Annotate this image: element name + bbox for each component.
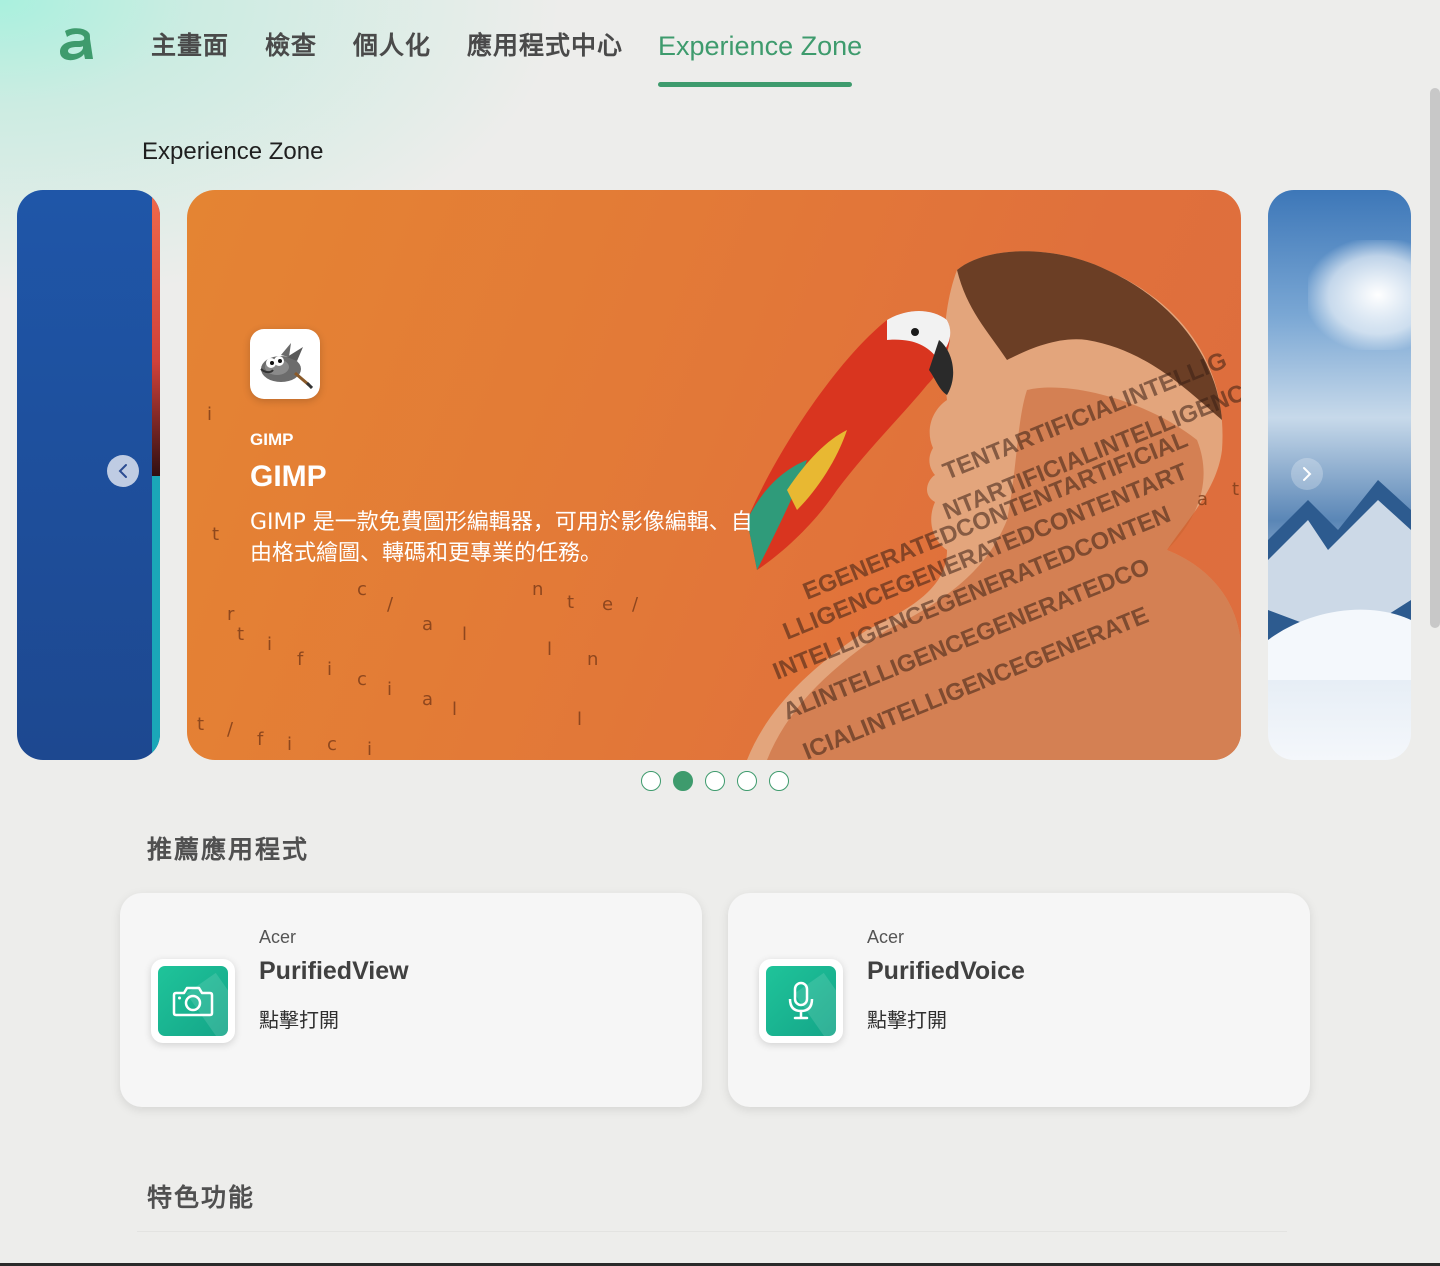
chevron-left-icon — [118, 464, 127, 478]
svg-text:/: / — [632, 594, 639, 615]
app-icon — [759, 959, 843, 1043]
app-open-link[interactable]: 點擊打開 — [867, 1004, 947, 1033]
svg-text:i: i — [267, 634, 272, 655]
svg-text:t: t — [1232, 479, 1239, 500]
carousel-prev-button[interactable] — [107, 455, 139, 487]
tab-home[interactable]: 主畫面 — [151, 28, 229, 64]
app-open-link[interactable]: 點擊打開 — [259, 1004, 339, 1033]
slide-description: GIMP 是一款免費圖形編輯器，可用於影像編輯、自由格式繪圖、轉碼和更專業的任務… — [250, 510, 753, 566]
app-name: PurifiedView — [259, 957, 409, 985]
acer-logo-icon[interactable] — [54, 20, 100, 66]
svg-text:a: a — [1197, 489, 1208, 510]
camera-icon — [172, 986, 214, 1017]
svg-text:f: f — [297, 649, 304, 670]
slide-decoration — [1308, 240, 1411, 350]
mountain-image — [1268, 480, 1411, 680]
svg-text:t: t — [197, 714, 204, 735]
carousel-dot-active[interactable] — [673, 771, 693, 791]
carousel-current-slide[interactable]: EGENERATEDCONTENTARTIFICIAL LLIGENCEGENE… — [187, 190, 1241, 760]
svg-text:c: c — [327, 734, 337, 755]
svg-text:t: t — [237, 624, 244, 645]
carousel-dot[interactable] — [641, 771, 661, 791]
svg-text:i: i — [387, 679, 392, 700]
app-vendor: Acer — [867, 927, 905, 947]
svg-text:e: e — [602, 594, 613, 615]
microphone-icon — [788, 981, 814, 1020]
svg-text:i: i — [207, 404, 212, 425]
svg-text:i: i — [327, 659, 332, 680]
slide-title: GIMP — [250, 460, 327, 493]
slide-app-tag: GIMP — [250, 430, 294, 449]
svg-text:n: n — [532, 579, 543, 600]
tab-app-center[interactable]: 應用程式中心 — [467, 28, 623, 64]
top-navigation: 主畫面 檢查 個人化 應用程式中心 Experience Zone — [0, 0, 1440, 95]
svg-text:t: t — [567, 592, 574, 613]
svg-text:/: / — [387, 594, 394, 615]
scrollbar-thumb[interactable] — [1430, 88, 1440, 628]
svg-text:a: a — [422, 614, 433, 635]
chevron-right-icon — [1303, 467, 1312, 481]
svg-text:l: l — [547, 639, 552, 660]
gimp-wilber-icon — [250, 329, 320, 399]
svg-text:t: t — [212, 524, 219, 545]
svg-text:l: l — [462, 624, 467, 645]
svg-text:f: f — [257, 729, 264, 750]
tab-personalize[interactable]: 個人化 — [353, 28, 431, 64]
app-vendor: Acer — [259, 927, 297, 947]
svg-text:a: a — [422, 689, 433, 710]
app-icon — [151, 959, 235, 1043]
svg-text:l: l — [577, 709, 582, 730]
carousel-dot[interactable] — [769, 771, 789, 791]
carousel-next-button[interactable] — [1291, 458, 1323, 490]
svg-text:i: i — [367, 739, 372, 760]
tab-check[interactable]: 檢查 — [265, 28, 317, 64]
svg-text:l: l — [452, 699, 457, 720]
carousel-prev-slide[interactable] — [17, 190, 160, 760]
active-tab-indicator — [658, 82, 852, 87]
features-heading: 特色功能 — [147, 1183, 256, 1212]
app-name: PurifiedVoice — [867, 957, 1025, 985]
svg-text:c: c — [357, 579, 367, 600]
slide-decoration — [152, 476, 160, 760]
carousel-next-slide[interactable] — [1268, 190, 1411, 760]
app-card-purifiedvoice[interactable]: Acer PurifiedVoice 點擊打開 — [728, 893, 1310, 1107]
svg-text:r: r — [227, 604, 235, 625]
svg-text:n: n — [587, 649, 598, 670]
carousel-pagination — [641, 771, 789, 793]
tab-experience-zone[interactable]: Experience Zone — [658, 28, 862, 64]
svg-text:c: c — [357, 669, 367, 690]
recommended-apps-heading: 推薦應用程式 — [147, 835, 310, 864]
svg-text:i: i — [287, 734, 292, 755]
app-card-purifiedview[interactable]: Acer PurifiedView 點擊打開 — [120, 893, 702, 1107]
carousel-dot[interactable] — [705, 771, 725, 791]
svg-text:/: / — [227, 719, 234, 740]
slide-artwork: EGENERATEDCONTENTARTIFICIAL LLIGENCEGENE… — [197, 251, 1241, 760]
page-title: Experience Zone — [142, 138, 324, 165]
section-divider — [137, 1231, 1287, 1232]
carousel-dot[interactable] — [737, 771, 757, 791]
slide-decoration — [152, 190, 160, 476]
